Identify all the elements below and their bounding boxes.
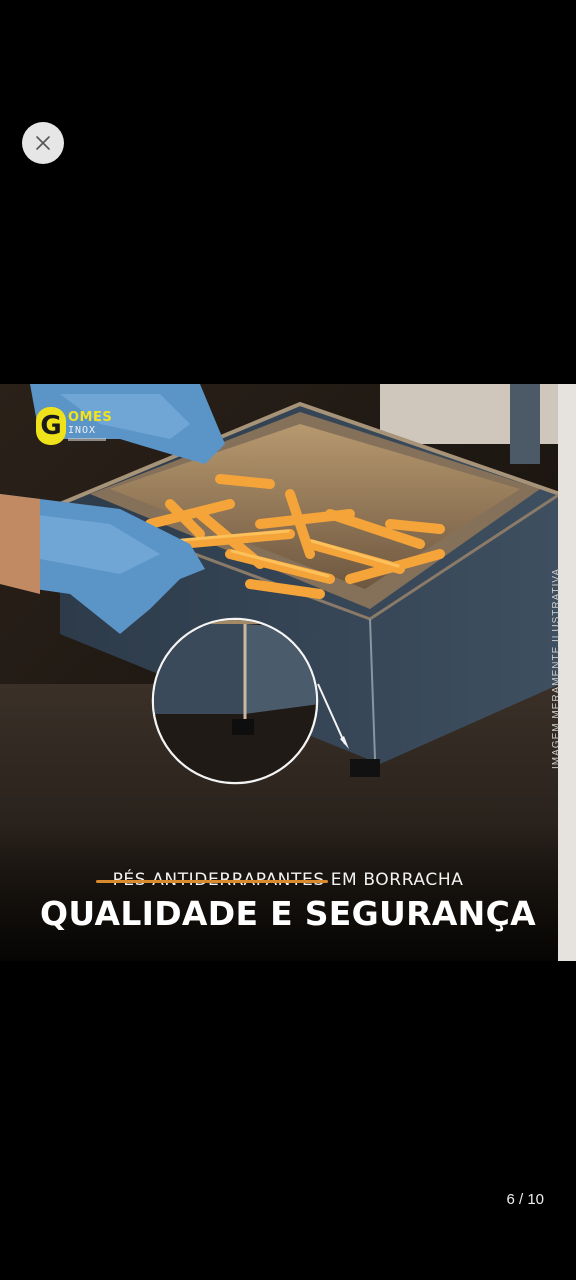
logo-tagline-bar [68,438,106,441]
logo-line1: OMES [68,410,113,425]
logo-initial: G [36,407,66,445]
brand-logo: G OMES INOX [36,404,112,448]
headline: QUALIDADE E SEGURANÇA [40,894,536,933]
illustrative-note: IMAGEM MERAMENTE ILUSTRATIVA [551,568,562,769]
close-icon [36,136,50,150]
close-button[interactable] [22,122,64,164]
logo-line2: INOX [68,425,97,436]
page-counter: 6 / 10 [506,1191,544,1208]
subtitle-accent-line [96,880,328,883]
